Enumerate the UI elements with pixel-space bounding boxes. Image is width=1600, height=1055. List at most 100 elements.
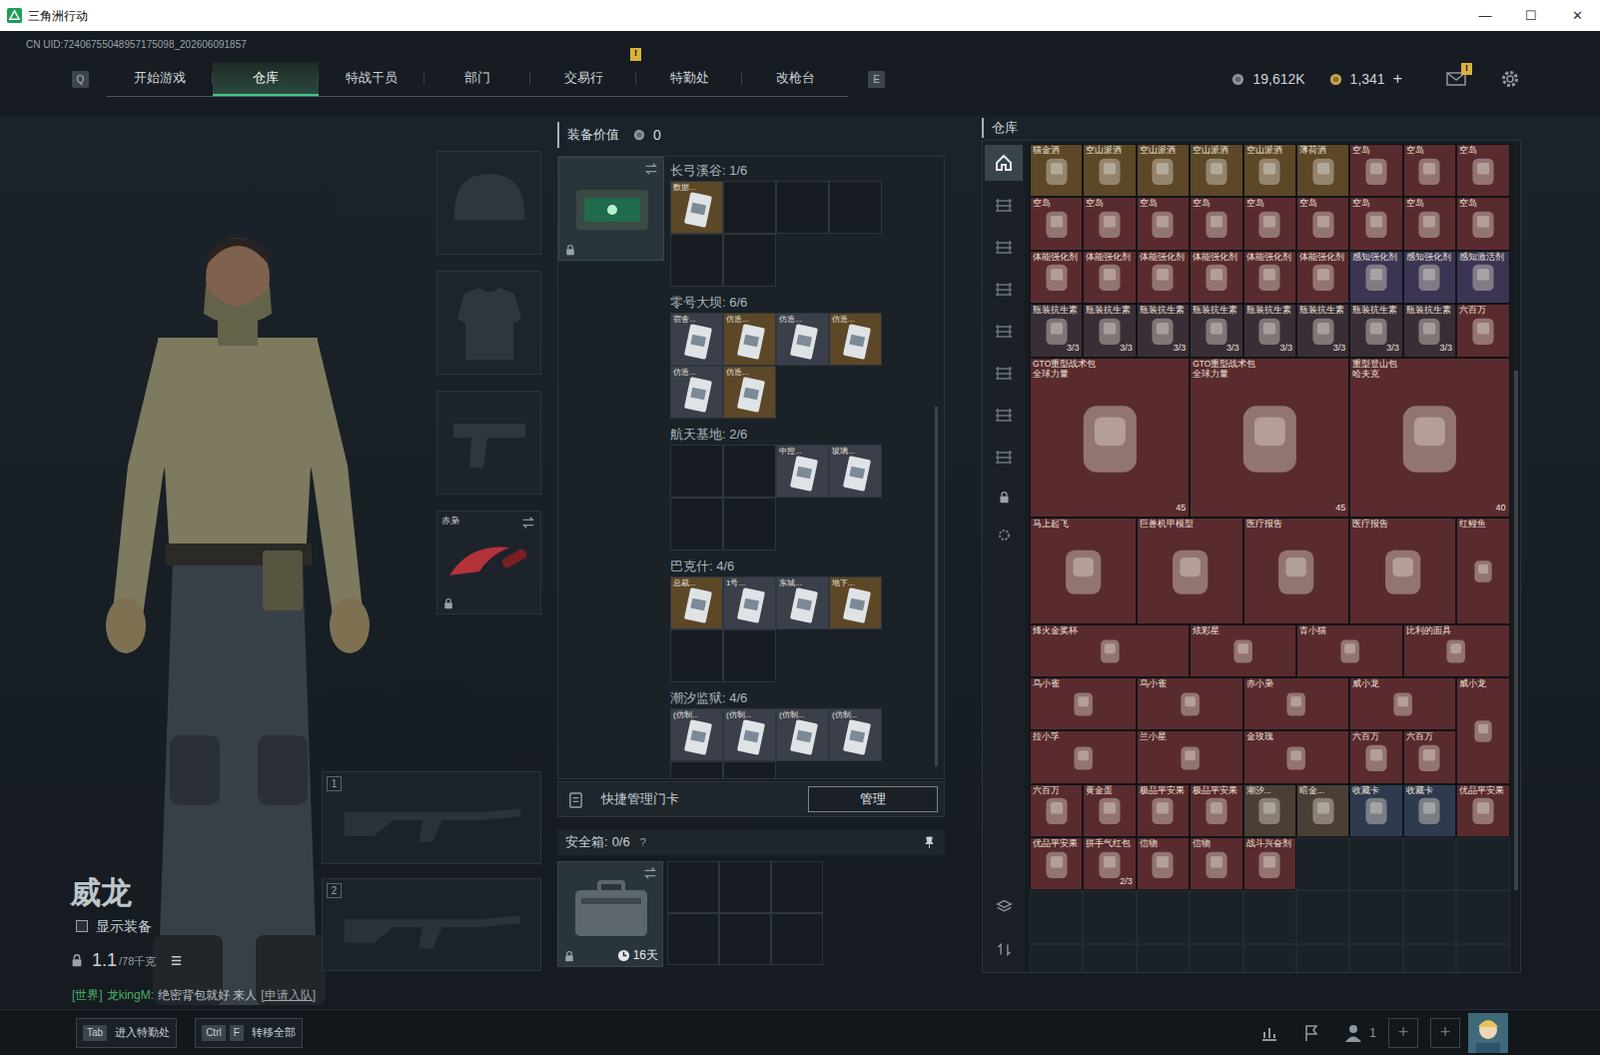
invite-slot-button[interactable]: + (1430, 1017, 1461, 1048)
equipment-slot[interactable]: 赤枭 (436, 510, 542, 615)
warehouse-item[interactable]: 极品平安果 (1189, 784, 1243, 837)
warehouse-item[interactable]: 信物 (1189, 836, 1243, 890)
nav-tab[interactable]: 部门 (424, 61, 531, 96)
safe-box-slot[interactable] (667, 860, 720, 913)
warehouse-side-tab[interactable] (984, 438, 1023, 475)
keycard-slot[interactable] (670, 444, 724, 498)
weapon-slot[interactable]: 2 (321, 877, 542, 971)
nav-tab[interactable]: 开始游戏 (106, 61, 213, 96)
warehouse-item[interactable]: 感知激活剂 (1456, 250, 1510, 304)
warehouse-empty-cell[interactable] (1403, 836, 1457, 890)
warehouse-item[interactable]: 空岛 (1029, 196, 1083, 250)
mail-button[interactable]: ! (1446, 71, 1467, 86)
warehouse-item[interactable]: 红鲤鱼 (1456, 517, 1510, 625)
nav-tab[interactable]: 特勤处! (636, 61, 743, 96)
keycard[interactable]: (仿制... (723, 708, 777, 762)
warehouse-item[interactable]: 猫金酒 (1029, 143, 1083, 197)
warehouse-item[interactable]: 空山派酒 (1136, 143, 1190, 197)
warehouse-item[interactable]: 空岛 (1296, 196, 1350, 250)
warehouse-empty-cell[interactable] (1189, 943, 1243, 972)
keycard-slot[interactable] (723, 761, 777, 780)
warehouse-empty-cell[interactable] (1029, 889, 1083, 943)
warehouse-item[interactable]: 优品平安果 (1029, 836, 1083, 890)
warehouse-empty-cell[interactable] (1349, 889, 1403, 943)
keycard[interactable]: 玻璃... (828, 444, 882, 498)
warehouse-item[interactable]: 重型登山包哈夫克40 (1349, 357, 1510, 518)
safe-box[interactable]: 16天 (557, 860, 664, 967)
keycard[interactable]: (仿制... (776, 708, 829, 762)
keycard-slot[interactable] (776, 180, 829, 234)
warehouse-item[interactable]: 体能强化剂 (1029, 250, 1083, 304)
bottom-action-button[interactable]: Tab进入特勤处 (75, 1017, 177, 1048)
join-team-link[interactable]: [申请入队] (260, 985, 316, 1004)
warehouse-item[interactable]: 空山派酒 (1243, 143, 1297, 197)
keycard-slot[interactable] (723, 497, 777, 551)
warehouse-item[interactable]: 空山派酒 (1189, 143, 1243, 197)
nav-tab[interactable]: 特战干员 (318, 61, 425, 96)
warehouse-item[interactable]: 空岛 (1403, 143, 1457, 197)
safe-box-slot[interactable] (719, 912, 772, 965)
warehouse-item[interactable]: 金玫瑰 (1243, 730, 1351, 784)
warehouse-item[interactable]: 战斗兴奋剂 (1243, 836, 1297, 890)
warehouse-empty-cell[interactable] (1136, 943, 1190, 972)
manage-button[interactable]: 管理 (807, 786, 938, 812)
warehouse-item[interactable]: 体能强化剂 (1189, 250, 1243, 304)
warehouse-empty-cell[interactable] (1349, 943, 1403, 972)
warehouse-item[interactable]: 瓶装抗生素3/3 (1349, 303, 1403, 357)
warehouse-item[interactable]: 空岛 (1349, 143, 1403, 197)
keycard[interactable]: 地下... (828, 576, 882, 630)
nav-tab[interactable]: 仓库 (212, 61, 319, 96)
warehouse-item[interactable]: 瓶装抗生素3/3 (1243, 303, 1297, 357)
warehouse-item[interactable]: 六百万 (1349, 730, 1403, 784)
warehouse-item[interactable]: 潮汐... (1243, 784, 1297, 837)
safe-box-slot[interactable] (667, 912, 720, 965)
warehouse-empty-cell[interactable] (1243, 943, 1297, 972)
warehouse-item[interactable]: GTO重型战术包全球力量45 (1029, 357, 1190, 518)
keycard-slot[interactable] (670, 761, 724, 780)
keycard-slot[interactable] (723, 629, 777, 683)
warehouse-item[interactable]: 黄金蛋 (1082, 784, 1136, 837)
nav-tab[interactable]: 交易行 (530, 61, 637, 96)
keycard[interactable]: 仿造... (776, 312, 829, 366)
keycard-slot[interactable] (828, 180, 882, 234)
keycard-slot[interactable] (670, 629, 724, 683)
warehouse-item[interactable]: 体能强化剂 (1296, 250, 1350, 304)
warehouse-empty-cell[interactable] (1189, 889, 1243, 943)
keycard[interactable]: 仿造... (828, 312, 882, 366)
settings-button[interactable] (1500, 68, 1521, 89)
keycard-slot[interactable] (670, 233, 724, 287)
warehouse-scrollbar[interactable] (1514, 370, 1519, 890)
warehouse-item[interactable]: 体能强化剂 (1136, 250, 1190, 304)
warehouse-item[interactable]: 拼手气红包2/3 (1082, 836, 1136, 890)
warehouse-item[interactable]: 空岛 (1136, 196, 1190, 250)
warehouse-side-tab[interactable] (984, 186, 1023, 223)
warehouse-item[interactable]: 空岛 (1456, 196, 1510, 250)
warehouse-item[interactable]: 空岛 (1456, 143, 1510, 197)
warehouse-item[interactable]: 空岛 (1189, 196, 1243, 250)
warehouse-item[interactable]: 瓶装抗生素3/3 (1403, 303, 1457, 357)
warehouse-empty-cell[interactable] (1456, 889, 1510, 943)
warehouse-item[interactable]: 体能强化剂 (1243, 250, 1297, 304)
warehouse-side-tab[interactable] (984, 396, 1023, 433)
keycard-slot[interactable] (723, 233, 777, 287)
keycard-slot[interactable] (723, 444, 777, 498)
keycard[interactable]: 1号... (723, 576, 777, 630)
warehouse-item[interactable]: 青小猫 (1296, 624, 1404, 678)
warehouse-side-tab[interactable] (984, 144, 1023, 181)
warehouse-item[interactable]: 瓶装抗生素3/3 (1029, 303, 1083, 357)
warehouse-item[interactable]: 空岛 (1349, 196, 1403, 250)
warehouse-empty-cell[interactable] (1136, 889, 1190, 943)
warehouse-item[interactable]: 威小龙 (1349, 677, 1457, 731)
warehouse-item[interactable]: 薄荷酒 (1296, 143, 1350, 197)
window-control-button[interactable]: ☐ (1508, 0, 1555, 31)
warehouse-side-tab[interactable] (984, 312, 1023, 349)
keycard[interactable]: 东城... (776, 576, 829, 630)
scrollbar[interactable] (934, 406, 938, 767)
warehouse-item[interactable]: 极品平安果 (1136, 784, 1190, 837)
warehouse-item[interactable]: 收藏卡 (1403, 784, 1457, 837)
warehouse-item[interactable]: 瓶装抗生素3/3 (1136, 303, 1190, 357)
warehouse-empty-cell[interactable] (1296, 943, 1350, 972)
warehouse-item[interactable]: 乌小雀 (1029, 677, 1137, 731)
keycard[interactable]: 宿舍... (670, 312, 724, 366)
warehouse-item[interactable]: 赤小枭 (1243, 677, 1351, 731)
